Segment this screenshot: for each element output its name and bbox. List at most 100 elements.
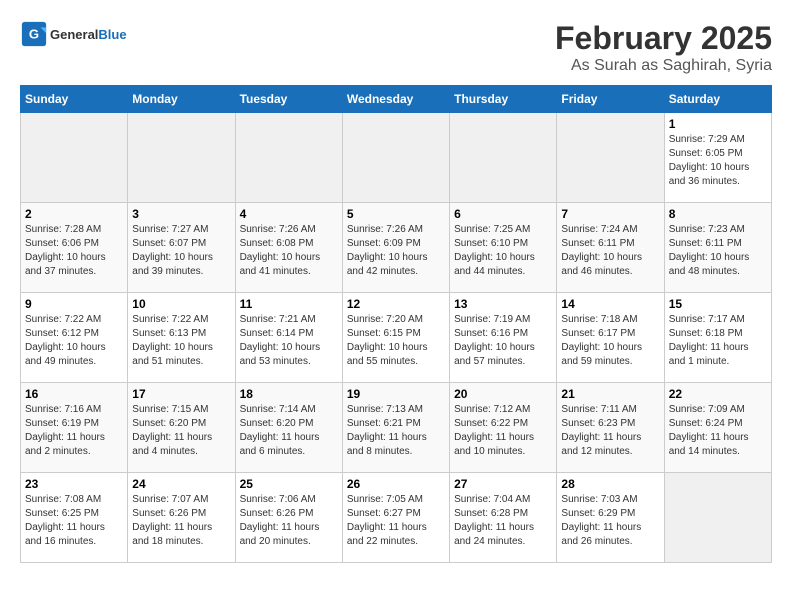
calendar-cell: 20 Sunrise: 7:12 AM Sunset: 6:22 PM Dayli… <box>450 383 557 473</box>
day-info: Sunrise: 7:09 AM Sunset: 6:24 PM Dayligh… <box>669 403 767 459</box>
day-info: Sunrise: 7:03 AM Sunset: 6:29 PM Dayligh… <box>561 493 659 549</box>
day-number: 25 <box>240 477 338 491</box>
day-info: Sunrise: 7:27 AM Sunset: 6:07 PM Dayligh… <box>132 223 230 279</box>
day-info: Sunrise: 7:29 AM Sunset: 6:05 PM Dayligh… <box>669 133 767 189</box>
day-info: Sunrise: 7:22 AM Sunset: 6:13 PM Dayligh… <box>132 313 230 369</box>
day-number: 4 <box>240 207 338 221</box>
day-info: Sunrise: 7:12 AM Sunset: 6:22 PM Dayligh… <box>454 403 552 459</box>
calendar-cell: 18 Sunrise: 7:14 AM Sunset: 6:20 PM Dayli… <box>235 383 342 473</box>
day-number: 15 <box>669 297 767 311</box>
day-info: Sunrise: 7:23 AM Sunset: 6:11 PM Dayligh… <box>669 223 767 279</box>
day-header-friday: Friday <box>557 86 664 113</box>
calendar-cell: 23 Sunrise: 7:08 AM Sunset: 6:25 PM Dayli… <box>21 473 128 563</box>
calendar-cell: 22 Sunrise: 7:09 AM Sunset: 6:24 PM Dayli… <box>664 383 771 473</box>
calendar-cell: 21Sunrise: 7:11 AM Sunset: 6:23 PM Dayli… <box>557 383 664 473</box>
day-number: 28 <box>561 477 659 491</box>
calendar-cell: 15 Sunrise: 7:17 AM Sunset: 6:18 PM Dayli… <box>664 293 771 383</box>
week-row-5: 23 Sunrise: 7:08 AM Sunset: 6:25 PM Dayli… <box>21 473 772 563</box>
day-number: 16 <box>25 387 123 401</box>
day-number: 19 <box>347 387 445 401</box>
day-info: Sunrise: 7:18 AM Sunset: 6:17 PM Dayligh… <box>561 313 659 369</box>
calendar-cell: 25 Sunrise: 7:06 AM Sunset: 6:26 PM Dayli… <box>235 473 342 563</box>
calendar-cell: 5 Sunrise: 7:26 AM Sunset: 6:09 PM Daylig… <box>342 203 449 293</box>
logo-blue: Blue <box>98 27 126 42</box>
calendar-cell: 6 Sunrise: 7:25 AM Sunset: 6:10 PM Daylig… <box>450 203 557 293</box>
day-header-tuesday: Tuesday <box>235 86 342 113</box>
calendar-cell: 10 Sunrise: 7:22 AM Sunset: 6:13 PM Dayli… <box>128 293 235 383</box>
calendar-cell: 27 Sunrise: 7:04 AM Sunset: 6:28 PM Dayli… <box>450 473 557 563</box>
day-number: 21 <box>561 387 659 401</box>
day-info: Sunrise: 7:22 AM Sunset: 6:12 PM Dayligh… <box>25 313 123 369</box>
calendar-cell <box>342 113 449 203</box>
day-info: Sunrise: 7:19 AM Sunset: 6:16 PM Dayligh… <box>454 313 552 369</box>
day-number: 9 <box>25 297 123 311</box>
calendar-cell: 16Sunrise: 7:16 AM Sunset: 6:19 PM Dayli… <box>21 383 128 473</box>
day-info: Sunrise: 7:15 AM Sunset: 6:20 PM Dayligh… <box>132 403 230 459</box>
day-info: Sunrise: 7:07 AM Sunset: 6:26 PM Dayligh… <box>132 493 230 549</box>
day-number: 8 <box>669 207 767 221</box>
day-number: 18 <box>240 387 338 401</box>
day-number: 27 <box>454 477 552 491</box>
day-number: 5 <box>347 207 445 221</box>
day-number: 2 <box>25 207 123 221</box>
calendar-cell: 14 Sunrise: 7:18 AM Sunset: 6:17 PM Dayli… <box>557 293 664 383</box>
calendar-cell: 17 Sunrise: 7:15 AM Sunset: 6:20 PM Dayli… <box>128 383 235 473</box>
svg-text:G: G <box>29 27 39 42</box>
day-number: 6 <box>454 207 552 221</box>
day-number: 14 <box>561 297 659 311</box>
week-row-3: 9 Sunrise: 7:22 AM Sunset: 6:12 PM Daylig… <box>21 293 772 383</box>
day-info: Sunrise: 7:17 AM Sunset: 6:18 PM Dayligh… <box>669 313 767 369</box>
day-number: 12 <box>347 297 445 311</box>
calendar-cell: 9 Sunrise: 7:22 AM Sunset: 6:12 PM Daylig… <box>21 293 128 383</box>
day-info: Sunrise: 7:21 AM Sunset: 6:14 PM Dayligh… <box>240 313 338 369</box>
main-title: February 2025 <box>555 20 772 57</box>
calendar-cell: 19 Sunrise: 7:13 AM Sunset: 6:21 PM Dayli… <box>342 383 449 473</box>
day-number: 3 <box>132 207 230 221</box>
calendar-cell: 2 Sunrise: 7:28 AM Sunset: 6:06 PM Daylig… <box>21 203 128 293</box>
week-row-1: 1 Sunrise: 7:29 AM Sunset: 6:05 PM Daylig… <box>21 113 772 203</box>
calendar-cell: 24Sunrise: 7:07 AM Sunset: 6:26 PM Dayli… <box>128 473 235 563</box>
day-info: Sunrise: 7:06 AM Sunset: 6:26 PM Dayligh… <box>240 493 338 549</box>
calendar-cell: 26Sunrise: 7:05 AM Sunset: 6:27 PM Dayli… <box>342 473 449 563</box>
day-info: Sunrise: 7:20 AM Sunset: 6:15 PM Dayligh… <box>347 313 445 369</box>
day-header-monday: Monday <box>128 86 235 113</box>
calendar-cell <box>21 113 128 203</box>
day-number: 10 <box>132 297 230 311</box>
calendar-header-row: SundayMondayTuesdayWednesdayThursdayFrid… <box>21 86 772 113</box>
calendar-cell <box>235 113 342 203</box>
day-info: Sunrise: 7:26 AM Sunset: 6:09 PM Dayligh… <box>347 223 445 279</box>
day-info: Sunrise: 7:24 AM Sunset: 6:11 PM Dayligh… <box>561 223 659 279</box>
calendar-cell: 12 Sunrise: 7:20 AM Sunset: 6:15 PM Dayli… <box>342 293 449 383</box>
day-info: Sunrise: 7:08 AM Sunset: 6:25 PM Dayligh… <box>25 493 123 549</box>
calendar-cell: 13 Sunrise: 7:19 AM Sunset: 6:16 PM Dayli… <box>450 293 557 383</box>
day-info: Sunrise: 7:25 AM Sunset: 6:10 PM Dayligh… <box>454 223 552 279</box>
calendar-cell: 28 Sunrise: 7:03 AM Sunset: 6:29 PM Dayli… <box>557 473 664 563</box>
calendar-cell: 4Sunrise: 7:26 AM Sunset: 6:08 PM Daylig… <box>235 203 342 293</box>
day-number: 7 <box>561 207 659 221</box>
logo-icon: G <box>20 20 48 48</box>
day-number: 17 <box>132 387 230 401</box>
calendar: SundayMondayTuesdayWednesdayThursdayFrid… <box>20 85 772 563</box>
day-header-thursday: Thursday <box>450 86 557 113</box>
calendar-cell <box>128 113 235 203</box>
day-number: 23 <box>25 477 123 491</box>
calendar-cell <box>664 473 771 563</box>
calendar-cell <box>557 113 664 203</box>
day-number: 13 <box>454 297 552 311</box>
day-info: Sunrise: 7:28 AM Sunset: 6:06 PM Dayligh… <box>25 223 123 279</box>
day-number: 20 <box>454 387 552 401</box>
calendar-cell: 3 Sunrise: 7:27 AM Sunset: 6:07 PM Daylig… <box>128 203 235 293</box>
day-info: Sunrise: 7:04 AM Sunset: 6:28 PM Dayligh… <box>454 493 552 549</box>
subtitle: As Surah as Saghirah, Syria <box>555 57 772 75</box>
day-number: 11 <box>240 297 338 311</box>
calendar-cell: 11 Sunrise: 7:21 AM Sunset: 6:14 PM Dayli… <box>235 293 342 383</box>
day-number: 1 <box>669 117 767 131</box>
calendar-cell: 7 Sunrise: 7:24 AM Sunset: 6:11 PM Daylig… <box>557 203 664 293</box>
day-number: 22 <box>669 387 767 401</box>
day-info: Sunrise: 7:13 AM Sunset: 6:21 PM Dayligh… <box>347 403 445 459</box>
day-info: Sunrise: 7:14 AM Sunset: 6:20 PM Dayligh… <box>240 403 338 459</box>
calendar-cell: 1 Sunrise: 7:29 AM Sunset: 6:05 PM Daylig… <box>664 113 771 203</box>
day-header-sunday: Sunday <box>21 86 128 113</box>
day-header-saturday: Saturday <box>664 86 771 113</box>
calendar-cell <box>450 113 557 203</box>
